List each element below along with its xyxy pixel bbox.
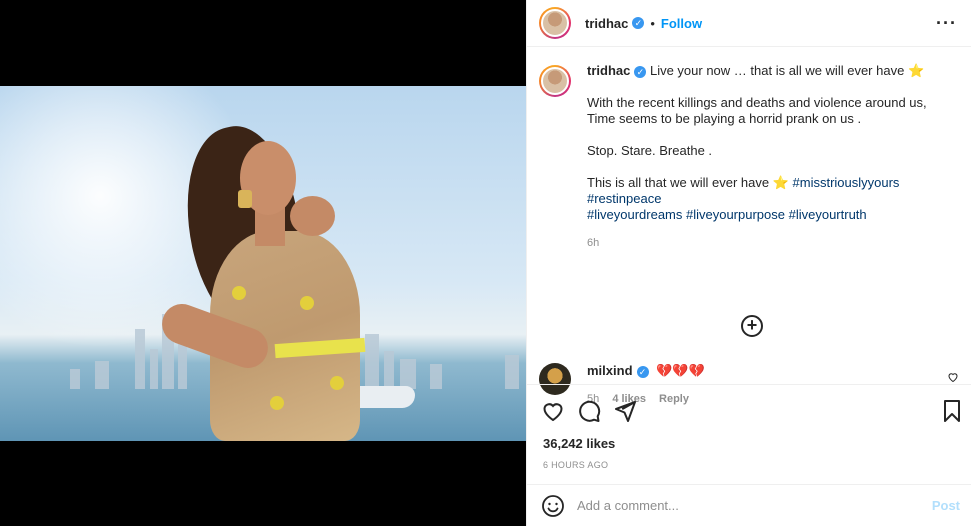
skyline-tower [365, 334, 379, 389]
dress-flower [232, 286, 246, 300]
save-bookmark-icon[interactable] [941, 399, 963, 428]
post-photo[interactable] [0, 86, 526, 441]
comment-text: 💔💔💔 [656, 363, 705, 378]
follow-button[interactable]: Follow [661, 16, 702, 31]
commenter-username[interactable]: milxind [587, 363, 633, 378]
caption-line1: Live your now … that is all we will ever… [649, 63, 905, 78]
caption-time[interactable]: 6h [587, 235, 957, 251]
add-comment-bar: Post [527, 484, 971, 526]
comment-bubble-icon[interactable] [577, 399, 601, 428]
dress-flower [270, 396, 284, 410]
post-header: tridhac ✓ • Follow ··· [527, 0, 971, 47]
verified-badge-icon: ✓ [636, 365, 649, 378]
skyline-tower [95, 361, 109, 389]
likes-count[interactable]: 36,242 likes [543, 436, 615, 451]
dress-flower [330, 376, 344, 390]
author-username[interactable]: tridhac [585, 16, 628, 31]
dress-flower [300, 296, 314, 310]
boat [355, 386, 415, 408]
skyline-tower [135, 329, 145, 389]
more-options-icon[interactable]: ··· [936, 13, 957, 34]
caption-paragraph-3-text: This is all that we will ever have [587, 175, 770, 190]
media-viewer [0, 0, 526, 526]
caption-paragraph-3: This is all that we will ever have ⭐ #mi… [587, 175, 957, 223]
caption-text: tridhac ✓ Live your now … that is all we … [587, 63, 957, 251]
share-paper-plane-icon[interactable] [613, 399, 637, 428]
caption-paragraph-2: Stop. Stare. Breathe . [587, 143, 713, 158]
author-avatar[interactable] [539, 7, 571, 39]
star-emoji-icon: ⭐ [772, 175, 789, 190]
separator-dot: • [650, 15, 655, 31]
skyline-tower [505, 355, 519, 389]
post-timestamp[interactable]: 6 HOURS AGO [543, 460, 608, 470]
emoji-smiley-icon[interactable] [541, 494, 565, 518]
caption-username[interactable]: tridhac [587, 63, 630, 78]
post-caption: tridhac ✓ Live your now … that is all we … [539, 63, 959, 251]
like-heart-icon[interactable] [541, 399, 565, 428]
skyline-tower [400, 359, 416, 389]
post-comment-button[interactable]: Post [932, 498, 960, 513]
skyline-tower [430, 364, 442, 389]
caption-paragraph-1: With the recent killings and deaths and … [587, 95, 927, 126]
hashtags-line-2[interactable]: #liveyourdreams #liveyourpurpose #liveyo… [587, 207, 867, 222]
earring [238, 190, 252, 208]
plus-circle-icon[interactable]: + [741, 315, 763, 337]
post-sidebar: tridhac ✓ • Follow ··· tridhac ✓ Live you… [526, 0, 971, 526]
skyline-tower [70, 369, 80, 389]
comment-input[interactable] [577, 498, 917, 513]
verified-badge-icon: ✓ [634, 65, 647, 78]
star-emoji-icon: ⭐ [907, 63, 925, 78]
comments-section: tridhac ✓ Live your now … that is all we … [527, 47, 971, 405]
skyline-tower [150, 349, 158, 389]
skyline-tower [384, 351, 394, 389]
figure-shoulder [290, 196, 335, 236]
verified-badge-icon: ✓ [632, 17, 645, 29]
action-bar [527, 384, 971, 438]
caption-avatar[interactable] [539, 65, 571, 97]
